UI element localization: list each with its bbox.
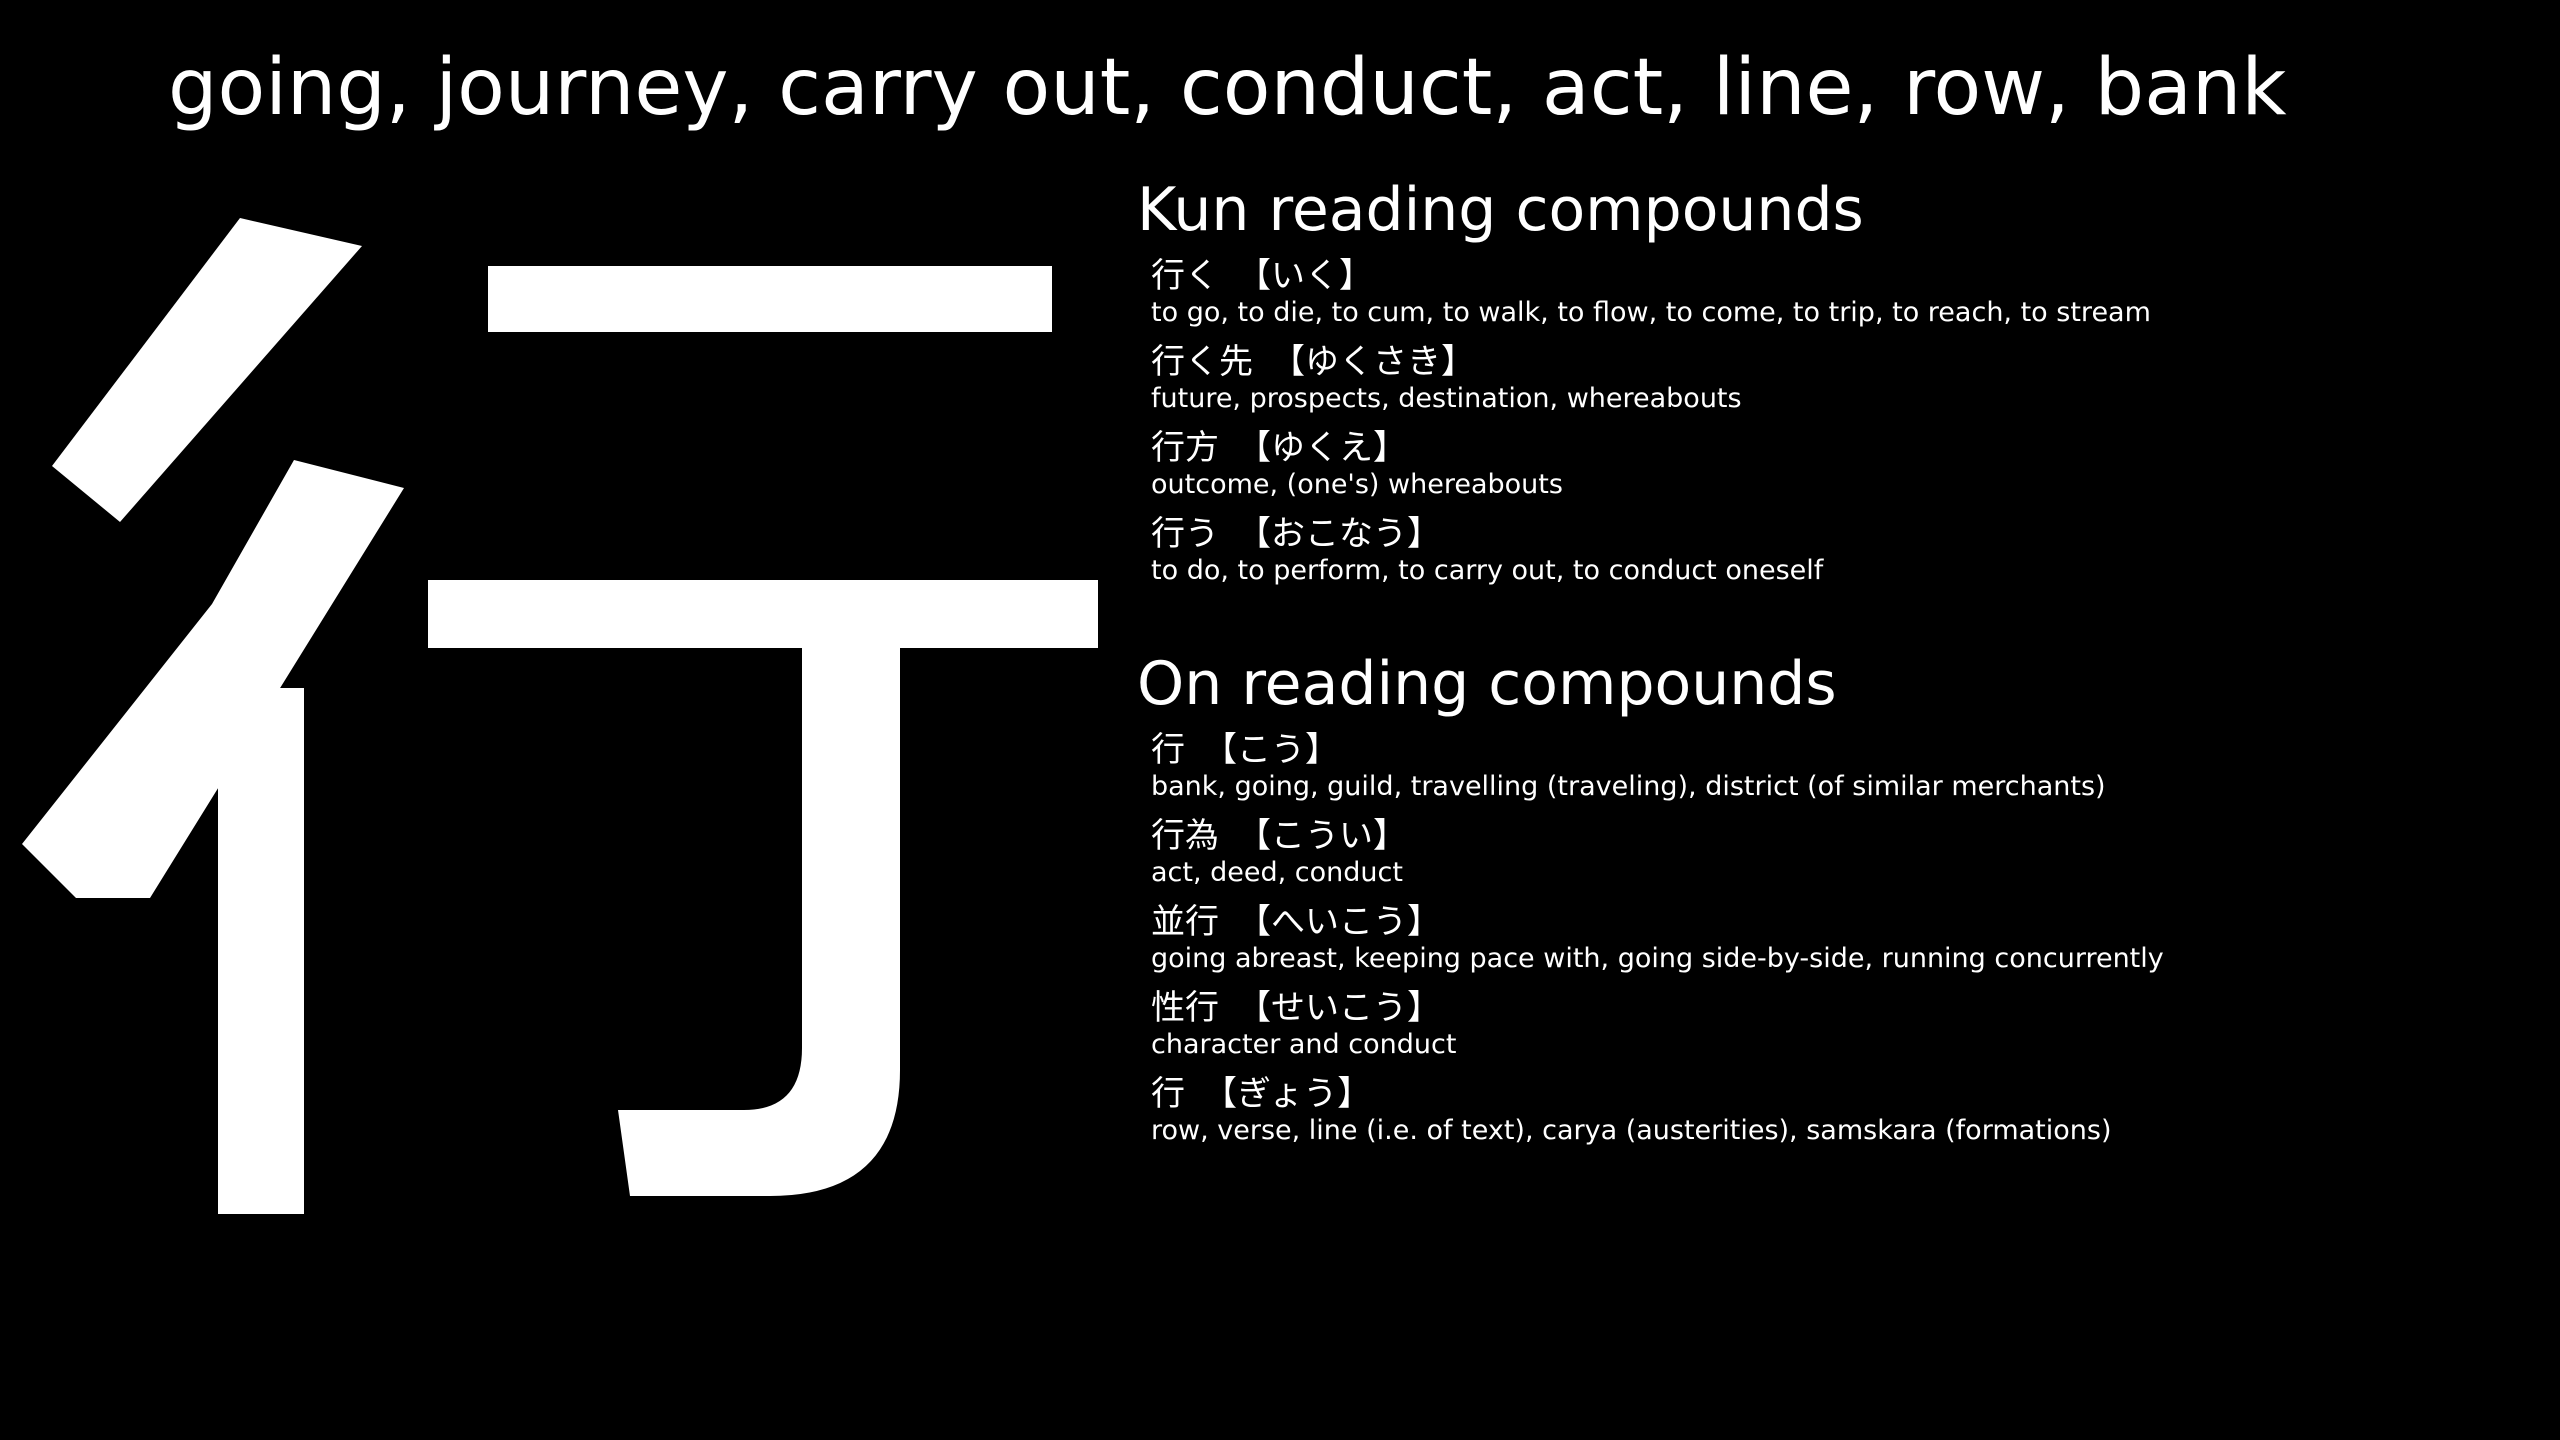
compound-reading: 【ぎょう】 (1203, 1074, 1372, 1114)
on-compound-entry: 行【ぎょう】 row, verse, line (i.e. of text), … (1151, 1074, 2164, 1148)
compound-gloss: character and conduct (1151, 1029, 1457, 1060)
on-compound-entry: 並行 【へいこう】 going abreast, keeping pace wit… (1151, 902, 2164, 976)
kanji-stroke-left-vertical (218, 688, 304, 1214)
compound-word: 行う (1151, 514, 1219, 554)
kun-compound-entry: 行く先 【ゆくさき】 future, prospects, destination… (1151, 342, 2151, 416)
kanji-meaning: going, journey, carry out, conduct, act,… (168, 43, 2287, 133)
compound-word-line: 行【ぎょう】 (1151, 1074, 2164, 1114)
compound-word: 行為 (1151, 816, 1219, 856)
compound-gloss: going abreast, keeping pace with, going … (1151, 943, 2164, 974)
compound-reading: 【へいこう】 (1237, 902, 1441, 942)
compound-gloss: act, deed, conduct (1151, 857, 1403, 888)
compound-reading: 【こう】 (1203, 730, 1339, 770)
compound-word: 性行 (1151, 988, 1219, 1028)
compound-reading: 【こうい】 (1237, 816, 1407, 856)
compound-gloss: outcome, (one's) whereabouts (1151, 469, 1563, 500)
kun-reading-section: Kun reading compounds 行く 【いく】 to go, to d… (1137, 172, 2151, 600)
compound-word-line: 行方 【ゆくえ】 (1151, 428, 2151, 468)
compound-word: 行方 (1151, 428, 1219, 468)
kanji-stroke-mid-horizontal (428, 580, 1098, 648)
kanji-character (0, 150, 1120, 1250)
kanji-stroke-top-horizontal (488, 266, 1052, 332)
compound-word-line: 行為 【こうい】 (1151, 816, 2164, 856)
compound-reading: 【ゆくえ】 (1237, 428, 1407, 468)
kun-compound-entry: 行う 【おこなう】 to do, to perform, to carry out… (1151, 514, 2151, 588)
compound-word-line: 並行 【へいこう】 (1151, 902, 2164, 942)
on-compound-entry: 性行 【せいこう】 character and conduct (1151, 988, 2164, 1062)
kanji-stroke-mid-left (22, 460, 404, 898)
compound-reading: 【ゆくさき】 (1271, 342, 1475, 382)
kun-reading-heading: Kun reading compounds (1137, 175, 1864, 245)
on-reading-section: On reading compounds 行【こう】 bank, going, … (1137, 646, 2164, 1160)
compound-word-line: 性行 【せいこう】 (1151, 988, 2164, 1028)
compound-word: 行く (1151, 256, 1219, 296)
compound-gloss: bank, going, guild, travelling (travelin… (1151, 771, 2106, 802)
compound-word: 行 (1151, 1074, 1185, 1114)
compound-word-line: 行く先 【ゆくさき】 (1151, 342, 2151, 382)
compound-reading: 【いく】 (1237, 256, 1373, 296)
compound-gloss: to do, to perform, to carry out, to cond… (1151, 555, 1824, 586)
compound-word: 並行 (1151, 902, 1219, 942)
compound-word: 行 (1151, 730, 1185, 770)
compound-word: 行く先 (1151, 342, 1253, 382)
compound-gloss: to go, to die, to cum, to walk, to flow,… (1151, 297, 2151, 328)
compound-word-line: 行く 【いく】 (1151, 256, 2151, 296)
kun-compound-entry: 行く 【いく】 to go, to die, to cum, to walk, t… (1151, 256, 2151, 330)
compound-word-line: 行う 【おこなう】 (1151, 514, 2151, 554)
compound-gloss: future, prospects, destination, whereabo… (1151, 383, 1742, 414)
on-compound-entry: 行【こう】 bank, going, guild, travelling (tr… (1151, 730, 2164, 804)
kun-compound-entry: 行方 【ゆくえ】 outcome, (one's) whereabouts (1151, 428, 2151, 502)
on-compound-entry: 行為 【こうい】 act, deed, conduct (1151, 816, 2164, 890)
on-reading-heading: On reading compounds (1137, 649, 1837, 719)
kanji-stroke-right-hook (618, 640, 900, 1196)
compound-gloss: row, verse, line (i.e. of text), carya (… (1151, 1115, 2112, 1146)
compound-word-line: 行【こう】 (1151, 730, 2164, 770)
compound-reading: 【おこなう】 (1237, 514, 1441, 554)
kanji-glyph (22, 218, 1098, 1214)
compound-reading: 【せいこう】 (1237, 988, 1441, 1028)
